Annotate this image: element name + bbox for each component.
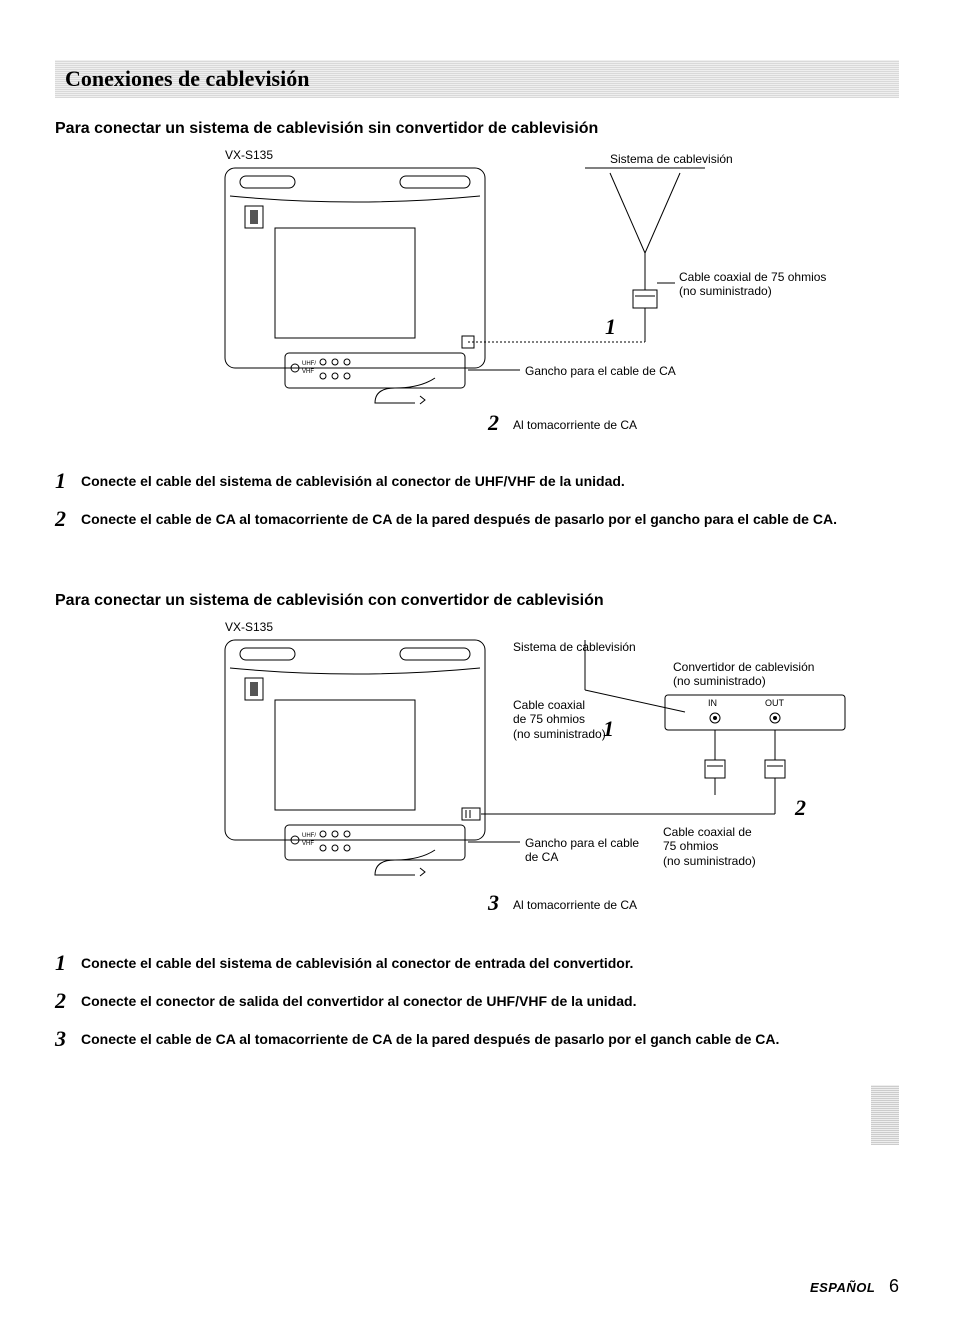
section1-heading: Para conectar un sistema de cablevisión … [55, 120, 899, 138]
step-num: 2 [55, 988, 81, 1014]
step-num: 2 [55, 506, 81, 532]
svg-text:UHF/: UHF/ [302, 361, 316, 367]
step-text: Conecte el cable del sistema de cablevis… [81, 468, 625, 491]
step-num: 1 [55, 468, 81, 494]
d1-sys: Sistema de cablevisión [610, 152, 733, 166]
diagram-2: UHF/ VHF VX-S135 Sistema de cablevisión … [215, 620, 899, 930]
step-num: 1 [55, 950, 81, 976]
d2-n3: 3 [488, 890, 499, 916]
d2-hook: Gancho para el cable de CA [525, 836, 639, 865]
banner-title: Conexiones de cablevisión [65, 66, 309, 91]
step-text: Conecte el conector de salida del conver… [81, 988, 636, 1011]
d2-n2: 2 [795, 795, 806, 821]
d2-sys: Sistema de cablevisión [513, 640, 636, 654]
d1-coax: Cable coaxial de 75 ohmios (no suministr… [679, 270, 826, 299]
step-1-1: 1 Conecte el cable del sistema de cablev… [55, 468, 899, 494]
d2-n1: 1 [603, 716, 614, 742]
d1-ac: Al tomacorriente de CA [513, 418, 637, 432]
step-num: 3 [55, 1026, 81, 1052]
footer: ESPAÑOL 6 [810, 1276, 899, 1297]
d1-model: VX-S135 [225, 148, 273, 162]
diagram-1: UHF/ VHF VX-S135 Sistema de cablevisión … [215, 148, 899, 448]
d1-n2: 2 [488, 410, 499, 436]
footer-lang: ESPAÑOL [810, 1280, 875, 1295]
d2-in: IN [708, 698, 717, 709]
svg-text:VHF: VHF [302, 369, 314, 375]
svg-text:UHF/: UHF/ [302, 833, 316, 839]
step-2-2: 2 Conecte el conector de salida del conv… [55, 988, 899, 1014]
d1-n1: 1 [605, 314, 616, 340]
svg-text:VHF: VHF [302, 841, 314, 847]
d2-ac: Al tomacorriente de CA [513, 898, 637, 912]
banner: Conexiones de cablevisión [55, 60, 899, 98]
step-2-3: 3 Conecte el cable de CA al tomacorrient… [55, 1026, 899, 1052]
step-text: Conecte el cable del sistema de cablevis… [81, 950, 633, 973]
section1-steps: 1 Conecte el cable del sistema de cablev… [55, 468, 899, 532]
step-1-2: 2 Conecte el cable de CA al tomacorrient… [55, 506, 899, 532]
section2-heading: Para conectar un sistema de cablevisión … [55, 592, 899, 610]
step-text: Conecte el cable de CA al tomacorriente … [81, 1026, 779, 1049]
step-2-1: 1 Conecte el cable del sistema de cablev… [55, 950, 899, 976]
d2-out: OUT [765, 698, 784, 709]
d2-model: VX-S135 [225, 620, 273, 634]
d2-coax2: Cable coaxial de 75 ohmios (no suministr… [663, 825, 756, 868]
footer-page: 6 [889, 1276, 899, 1296]
section2-steps: 1 Conecte el cable del sistema de cablev… [55, 950, 899, 1052]
step-text: Conecte el cable de CA al tomacorriente … [81, 506, 837, 529]
side-tab [871, 1085, 899, 1145]
d2-coax1: Cable coaxial de 75 ohmios (no suministr… [513, 698, 606, 741]
d1-hook: Gancho para el cable de CA [525, 364, 676, 378]
d2-conv: Convertidor de cablevisión (no suministr… [673, 660, 814, 689]
